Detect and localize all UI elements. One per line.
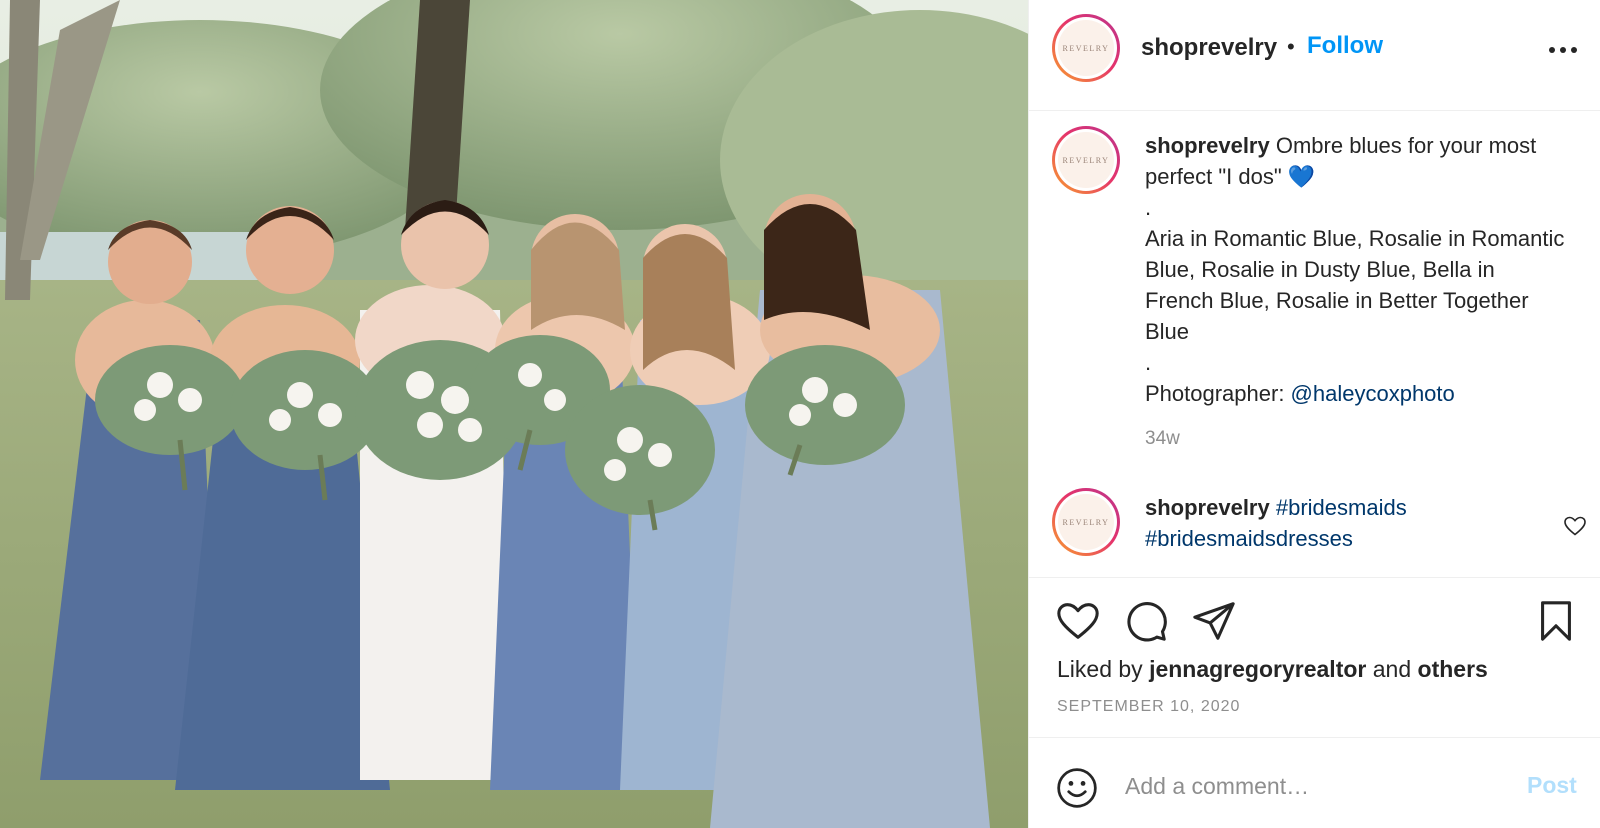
- post-date[interactable]: SEPTEMBER 10, 2020: [1057, 698, 1240, 716]
- hashtag-link[interactable]: #bridesmaidsdresses: [1145, 526, 1353, 551]
- header-separator: •: [1287, 34, 1295, 59]
- bookmark-icon[interactable]: [1533, 598, 1579, 644]
- likes-middle: and: [1366, 656, 1418, 682]
- comment-text: shoprevelry #bridesmaids #bridesmaidsdre…: [1145, 492, 1565, 554]
- caption-dot: .: [1145, 195, 1152, 220]
- more-dot: [1549, 47, 1555, 53]
- caption-text: shoprevelry Ombre blues for your most pe…: [1145, 130, 1565, 409]
- avatar-logo: REVELRY: [1058, 494, 1114, 550]
- post-photo-image: [0, 0, 1028, 828]
- avatar-logo: REVELRY: [1058, 20, 1114, 76]
- comment-input[interactable]: [1125, 764, 1505, 808]
- post-comment-button[interactable]: Post: [1527, 772, 1577, 799]
- likes-summary: Liked by jennagregoryrealtor and others: [1057, 656, 1488, 683]
- header-username[interactable]: shoprevelry: [1141, 34, 1277, 62]
- post-side-panel: REVELRY shoprevelry • Follow REVELRY sho…: [1028, 0, 1600, 828]
- more-options-icon[interactable]: [1549, 40, 1581, 60]
- avatar[interactable]: REVELRY: [1052, 14, 1120, 82]
- liker-username[interactable]: jennagregoryrealtor: [1149, 656, 1366, 682]
- more-dot: [1560, 47, 1566, 53]
- likes-others-link[interactable]: others: [1418, 656, 1488, 682]
- comment-item: REVELRY shoprevelry #bridesmaids #brides…: [1029, 474, 1600, 577]
- post-photo[interactable]: [0, 0, 1028, 828]
- caption-username[interactable]: shoprevelry: [1145, 133, 1270, 158]
- heart-icon[interactable]: [1055, 598, 1101, 644]
- avatar-logo: REVELRY: [1058, 132, 1114, 188]
- avatar[interactable]: REVELRY: [1052, 126, 1120, 194]
- caption-dot: .: [1145, 350, 1152, 375]
- add-comment-bar: Post: [1029, 737, 1600, 828]
- emoji-icon[interactable]: [1055, 766, 1099, 810]
- follow-button[interactable]: Follow: [1307, 32, 1383, 60]
- caption: REVELRY shoprevelry Ombre blues for your…: [1029, 112, 1600, 472]
- caption-timestamp[interactable]: 34w: [1145, 428, 1180, 450]
- post-actions: Liked by jennagregoryrealtor and others …: [1029, 577, 1600, 737]
- paper-plane-icon[interactable]: [1191, 598, 1237, 644]
- more-dot: [1571, 47, 1577, 53]
- hashtag-link[interactable]: #bridesmaids: [1276, 495, 1407, 520]
- likes-prefix: Liked by: [1057, 656, 1150, 682]
- comment-icon[interactable]: [1123, 598, 1169, 644]
- post-header: REVELRY shoprevelry • Follow: [1029, 0, 1600, 111]
- avatar[interactable]: REVELRY: [1052, 488, 1120, 556]
- comment-username[interactable]: shoprevelry: [1145, 495, 1270, 520]
- photographer-label: Photographer:: [1145, 381, 1291, 406]
- caption-dress-list: Aria in Romantic Blue, Rosalie in Romant…: [1145, 226, 1565, 344]
- comment-heart-icon[interactable]: [1563, 514, 1587, 538]
- comments-list[interactable]: REVELRY shoprevelry Ombre blues for your…: [1029, 112, 1600, 577]
- photographer-link[interactable]: @haleycoxphoto: [1291, 381, 1455, 406]
